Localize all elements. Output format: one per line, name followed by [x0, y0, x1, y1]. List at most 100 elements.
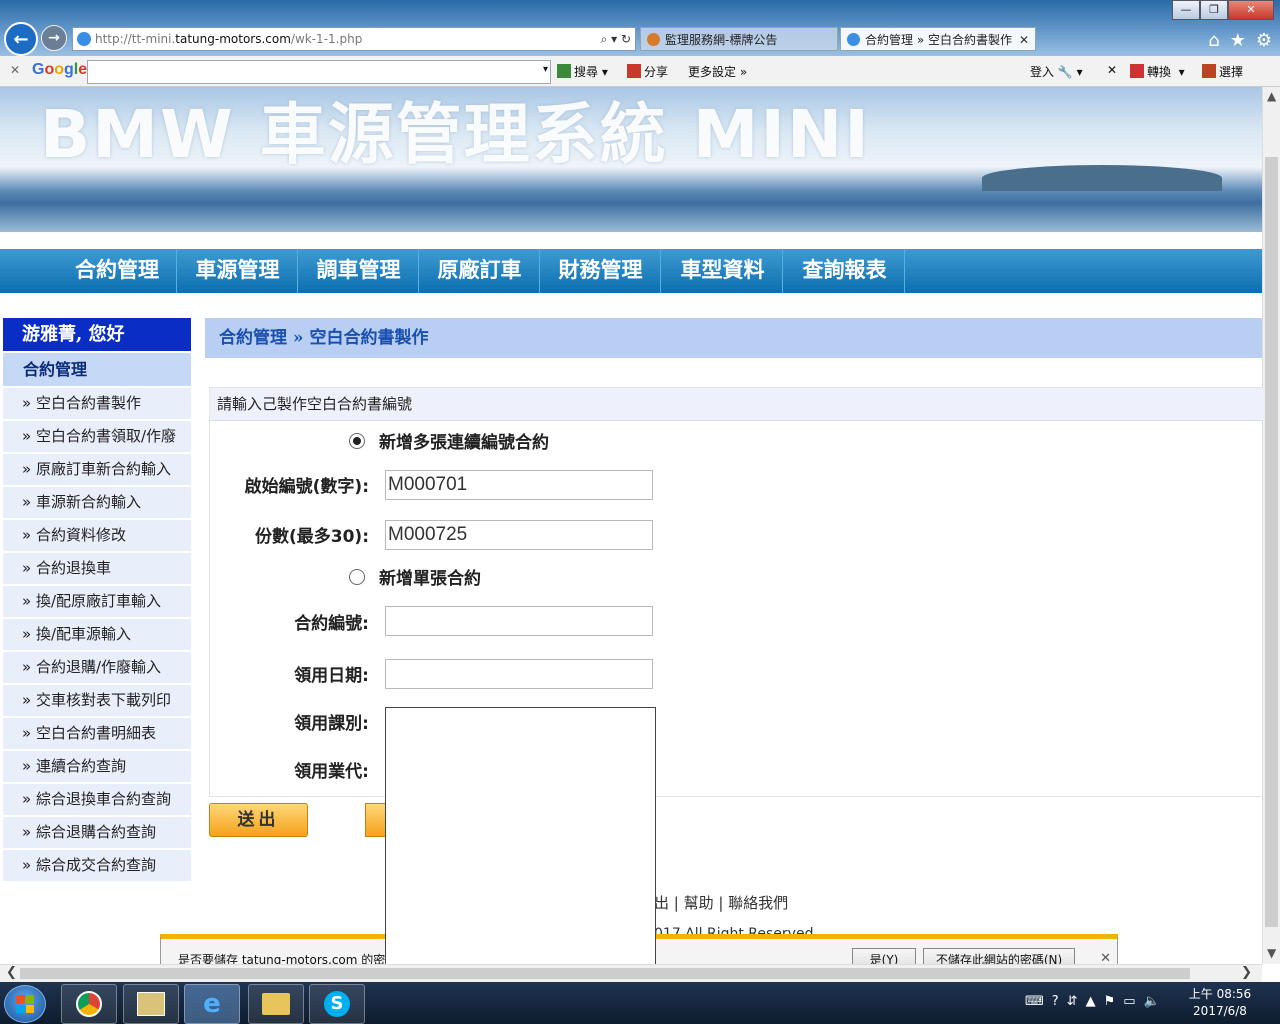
back-button[interactable]: ←	[4, 22, 38, 56]
scroll-right-icon[interactable]: ❯	[1241, 965, 1252, 980]
network-icon[interactable]: ▭	[1123, 994, 1135, 1009]
menu-transfer[interactable]: 調車管理	[299, 249, 419, 293]
hscroll-thumb[interactable]	[20, 968, 1190, 979]
wrench-icon: 🔧	[1057, 65, 1073, 79]
tab-inactive[interactable]: 監理服務網-標牌公告	[640, 27, 838, 51]
sidebar-item-return-query[interactable]: » 綜合退換車合約查詢	[3, 784, 191, 815]
menu-finance[interactable]: 財務管理	[541, 249, 661, 293]
window-icon	[137, 992, 165, 1016]
sidebar-item-deal-query[interactable]: » 綜合成交合約查詢	[3, 850, 191, 881]
show-hidden-icons-icon[interactable]: ▲	[1086, 994, 1096, 1009]
google-login-button[interactable]: 登入 🔧 ▾	[1030, 63, 1083, 80]
close-toolbar-icon[interactable]: ✕	[10, 63, 20, 77]
forward-button[interactable]: →	[41, 25, 67, 51]
menu-reports[interactable]: 查詢報表	[785, 249, 905, 293]
explorer-window-taskbar-button[interactable]	[123, 984, 179, 1024]
google-translate-button[interactable]: 轉換 ▾	[1130, 63, 1185, 80]
close-window-button[interactable]: ✕	[1228, 0, 1274, 20]
radio-multi[interactable]	[349, 433, 365, 449]
address-controls: ⌕ ▾ ↻	[601, 28, 631, 50]
ie-taskbar-button[interactable]: e	[184, 984, 240, 1024]
google-search-input[interactable]: ▾	[87, 60, 551, 84]
tab-active[interactable]: 合約管理 » 空白合約書製作 ✕	[840, 27, 1036, 51]
sidebar-item-blank-contract-issue[interactable]: » 空白合約書領取/作廢	[3, 421, 191, 452]
sidebar-item-swap-source[interactable]: » 換/配車源輸入	[3, 619, 191, 650]
address-bar[interactable]: http://tt-mini.tatung-motors.com/wk-1-1.…	[72, 27, 636, 51]
radio-single-label: 新增單張合約	[379, 569, 481, 589]
start-no-input[interactable]: M000701	[385, 470, 653, 500]
back-arrow-icon: ←	[13, 28, 29, 50]
window-controls: — ❐ ✕	[1172, 0, 1274, 20]
menu-vehicle-source[interactable]: 車源管理	[178, 249, 298, 293]
horizontal-scrollbar[interactable]: ❮ ❯	[0, 964, 1262, 982]
submit-button[interactable]: 送出	[209, 803, 308, 837]
google-select-button[interactable]: 選擇	[1202, 63, 1243, 80]
sidebar-item-cancel-query[interactable]: » 綜合退購合約查詢	[3, 817, 191, 848]
sidebar-item-contract-cancel[interactable]: » 合約退購/作廢輸入	[3, 652, 191, 683]
translate-close-icon[interactable]: ✕	[1107, 63, 1117, 77]
dept-dropdown-list[interactable]	[385, 707, 656, 974]
scroll-down-icon[interactable]: ▼	[1267, 946, 1276, 960]
sidebar-item-contract-return[interactable]: » 合約退換車	[3, 553, 191, 584]
scroll-up-icon[interactable]: ▲	[1267, 89, 1276, 103]
favorites-star-icon[interactable]: ★	[1230, 30, 1246, 51]
skype-taskbar-button[interactable]: S	[309, 984, 365, 1024]
contract-no-input[interactable]	[385, 606, 653, 636]
scroll-left-icon[interactable]: ❮	[6, 965, 17, 980]
tab-close-icon[interactable]: ✕	[1019, 28, 1029, 50]
form-header: 請輸入己製作空白合約書編號	[210, 388, 1263, 421]
chrome-taskbar-button[interactable]	[61, 984, 117, 1024]
volume-icon[interactable]: 🔈	[1144, 994, 1160, 1009]
sidebar-item-contract-edit[interactable]: » 合約資料修改	[3, 520, 191, 551]
sidebar-item-blank-contract-create[interactable]: » 空白合約書製作	[3, 388, 191, 419]
network-status-icon[interactable]: ⇵	[1067, 994, 1078, 1009]
ie-icon: e	[203, 989, 221, 1019]
count-input[interactable]: M000725	[385, 520, 653, 550]
clock-date: 2017/6/8	[1193, 1004, 1247, 1018]
share-icon	[627, 64, 641, 78]
menu-factory-order[interactable]: 原廠訂車	[420, 249, 540, 293]
start-button[interactable]	[4, 985, 46, 1023]
sidebar-item-factory-order-contract[interactable]: » 原廠訂車新合約輸入	[3, 454, 191, 485]
google-more-button[interactable]: 更多設定 »	[688, 63, 747, 80]
sidebar-item-source-contract[interactable]: » 車源新合約輸入	[3, 487, 191, 518]
google-search-button[interactable]: 搜尋 ▾	[557, 63, 608, 80]
radio-single[interactable]	[349, 569, 365, 585]
footer-links[interactable]: 出 | 幫助 | 聯絡我們	[654, 892, 788, 913]
sidebar-item-blank-contract-detail[interactable]: » 空白合約書明細表	[3, 718, 191, 749]
skype-icon: S	[324, 991, 350, 1017]
dropdown-icon[interactable]: ▾	[611, 32, 617, 46]
restore-button[interactable]: ❐	[1200, 0, 1228, 20]
tab-label: 合約管理 » 空白合約書製作	[865, 33, 1012, 47]
reset-button[interactable]	[365, 803, 386, 837]
sidebar-item-delivery-checklist[interactable]: » 交車核對表下載列印	[3, 685, 191, 716]
system-clock[interactable]: 上午 08:56 2017/6/8	[1188, 986, 1252, 1020]
home-icon[interactable]: ⌂	[1208, 30, 1219, 51]
sidebar-item-swap-factory-order[interactable]: » 換/配原廠訂車輸入	[3, 586, 191, 617]
menu-contract[interactable]: 合約管理	[58, 249, 177, 293]
settings-gear-icon[interactable]: ⚙	[1256, 30, 1272, 51]
contract-form: 請輸入己製作空白合約書編號	[209, 387, 1263, 797]
keyboard-icon[interactable]: ⌨	[1025, 994, 1044, 1009]
refresh-icon[interactable]: ↻	[621, 32, 631, 46]
issue-date-input[interactable]	[385, 659, 653, 689]
select-label: 選擇	[1219, 65, 1244, 79]
banner-mountain	[982, 165, 1222, 191]
taskbar: e S ⌨ ? ⇵ ▲ ⚑ ▭ 🔈 上午 08:56 2017/6/8	[0, 982, 1280, 1024]
sidebar-item-serial-query[interactable]: » 連續合約查詢	[3, 751, 191, 782]
menu-model-data[interactable]: 車型資料	[663, 249, 783, 293]
help-icon[interactable]: ?	[1052, 994, 1059, 1009]
action-center-flag-icon[interactable]: ⚑	[1104, 994, 1116, 1009]
forward-arrow-icon: →	[48, 30, 60, 46]
vertical-scrollbar[interactable]: ▲ ▼	[1262, 87, 1280, 964]
google-share-button[interactable]: 分享	[627, 63, 668, 80]
chevron-down-icon[interactable]: ▾	[543, 64, 548, 75]
scrollbar-thumb[interactable]	[1265, 157, 1278, 927]
contract-no-label: 合約編號:	[294, 614, 369, 634]
breadcrumb: 合約管理 » 空白合約書製作	[205, 318, 1262, 358]
sidebar-section-title[interactable]: 合約管理	[3, 353, 191, 386]
minimize-button[interactable]: —	[1172, 0, 1200, 20]
search-icon[interactable]: ⌕	[601, 32, 608, 46]
url-host: tatung-motors.com	[175, 32, 291, 46]
file-explorer-taskbar-button[interactable]	[248, 984, 304, 1024]
